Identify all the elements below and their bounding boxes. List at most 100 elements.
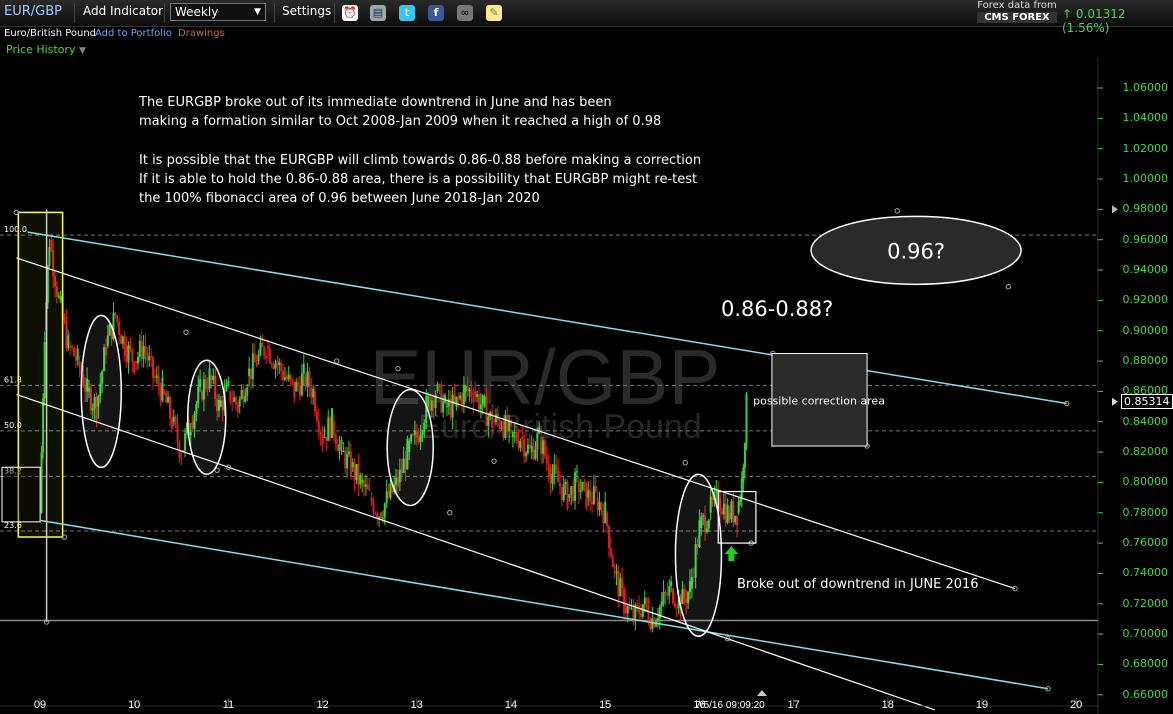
formation-ellipse	[674, 473, 723, 637]
settings-button[interactable]: Settings	[282, 4, 331, 18]
candle-body	[270, 363, 273, 365]
y-tick-label: 0.74000	[1122, 566, 1169, 580]
candle-body	[564, 481, 567, 485]
candle-body	[280, 362, 283, 372]
candle-body	[617, 571, 620, 597]
facebook-icon[interactable]: f	[428, 5, 444, 21]
candle-body	[628, 606, 631, 609]
candle-body	[291, 379, 294, 382]
candle-body	[289, 374, 292, 380]
candle-body	[312, 388, 315, 398]
candle-body	[257, 354, 260, 362]
x-tick-label: 20	[1070, 699, 1082, 711]
add-to-portfolio-link[interactable]: Add to Portfolio	[95, 28, 172, 39]
annotation-text: the 100% fibonacci area of 0.96 between …	[139, 191, 540, 206]
candle-body	[176, 424, 179, 443]
candle-body	[314, 391, 317, 412]
candle-body	[259, 342, 262, 355]
candle-body	[442, 401, 445, 413]
candle-body	[133, 361, 136, 373]
candle-body	[432, 400, 435, 408]
candle-body	[298, 385, 301, 396]
candle-body	[336, 444, 339, 452]
candle-body	[140, 340, 143, 360]
period-select[interactable]: Weekly ▼	[170, 3, 266, 21]
add-indicator-button[interactable]: Add Indicator	[83, 4, 163, 18]
note-icon[interactable]: ✎	[486, 5, 502, 21]
candle-body	[381, 517, 384, 519]
annotation-text: If it is able to hold the 0.86-0.88 area…	[139, 172, 697, 187]
y-tick-label: 0.98000	[1122, 202, 1169, 216]
drawings-link[interactable]: Drawings	[178, 28, 225, 39]
symbol-label[interactable]: EUR/GBP	[4, 4, 62, 19]
candle-body	[374, 513, 377, 515]
candle-body	[118, 321, 121, 336]
candle-body	[568, 494, 571, 498]
book-icon[interactable]: ▤	[370, 5, 386, 21]
candle-body	[163, 391, 166, 393]
candle-body	[127, 345, 130, 363]
price-history-label: Price History	[6, 43, 76, 56]
candle-body	[438, 384, 441, 386]
y-tick-label: 0.94000	[1122, 263, 1169, 277]
candle-body	[150, 356, 153, 358]
candle-body	[470, 389, 473, 398]
candle-body	[142, 345, 145, 360]
candle-body	[528, 444, 531, 449]
candle-body	[366, 484, 369, 490]
correction-area-label: possible correction area	[753, 395, 885, 408]
candle-body	[619, 578, 622, 597]
price-history-dropdown[interactable]: Price History ▼	[6, 43, 86, 56]
candle-body	[743, 443, 746, 468]
y-tick-label: 0.68000	[1122, 657, 1169, 671]
current-price-marker	[1112, 397, 1118, 406]
annotation-text: It is possible that the EURGBP will clim…	[139, 153, 701, 168]
candle-body	[383, 503, 386, 518]
candle-body	[591, 501, 594, 505]
candle-body	[506, 415, 509, 432]
candle-body	[472, 397, 475, 403]
candle-body	[287, 374, 290, 380]
candle-body	[453, 394, 456, 402]
toolbar-divider	[164, 3, 165, 23]
alarm-clock-icon[interactable]: ⏰	[342, 5, 358, 21]
candle-body	[387, 491, 390, 498]
candle-body	[532, 445, 535, 459]
binoculars-icon[interactable]: ∞	[457, 5, 473, 21]
candle-body	[553, 464, 556, 474]
price-chart[interactable]: EUR/GBP Euro/British Pound 100.061.850.0…	[0, 58, 1173, 714]
candle-body	[146, 353, 149, 361]
twitter-icon[interactable]: t	[399, 5, 415, 21]
candle-body	[547, 463, 550, 478]
target-ellipse-label: 0.96?	[887, 239, 945, 263]
candle-body	[69, 345, 72, 347]
candle-body	[319, 432, 322, 435]
candle-body	[323, 436, 326, 438]
candle-body	[153, 376, 156, 378]
candle-body	[455, 396, 458, 407]
candle-body	[302, 363, 305, 374]
candle-body	[494, 414, 497, 423]
candle-body	[347, 451, 350, 455]
candle-body	[165, 392, 168, 403]
x-axis: 09 10 11 12 13 14 15 16 17 18 19 207/5/16 09:09:20	[0, 690, 1098, 711]
candle-body	[295, 382, 298, 392]
candle-body	[534, 449, 537, 459]
candle-body	[236, 404, 239, 412]
candle-body	[579, 490, 582, 493]
candle-body	[338, 444, 341, 452]
candle-body	[521, 436, 524, 440]
x-tick-label: 12	[316, 699, 328, 711]
arrow-up-icon	[724, 546, 739, 562]
candle-body	[172, 416, 175, 422]
candle-body	[551, 473, 554, 484]
candle-body	[630, 608, 633, 610]
candle-body	[536, 433, 539, 450]
candle-body	[566, 481, 569, 510]
candle-body	[255, 362, 258, 367]
candle-body	[672, 588, 675, 604]
candle-body	[63, 317, 66, 321]
candle-body	[508, 420, 511, 432]
candle-body	[161, 378, 164, 401]
candle-body	[370, 497, 373, 502]
